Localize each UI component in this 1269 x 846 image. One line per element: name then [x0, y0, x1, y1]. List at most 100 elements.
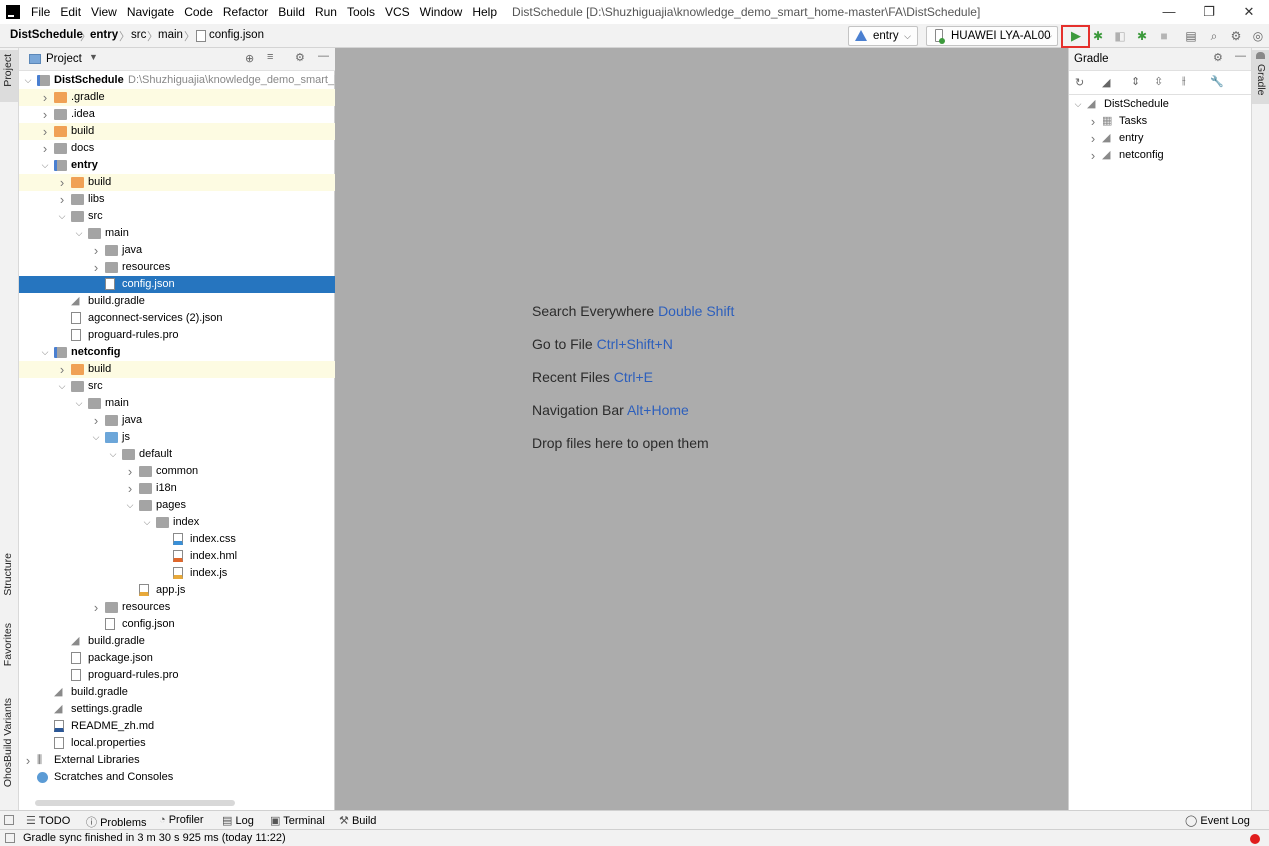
- chevron-down-icon[interactable]: ⌵: [108, 446, 118, 463]
- hide-panel-icon[interactable]: —: [1235, 50, 1246, 62]
- menu-tools[interactable]: Tools: [342, 0, 380, 24]
- toggle-tool-windows-icon[interactable]: [4, 815, 14, 825]
- tree-item-index-css[interactable]: index.css: [19, 531, 335, 548]
- gear-icon[interactable]: ⚙: [295, 51, 305, 64]
- tree-item-distschedule[interactable]: ⌵ DistSchedule D:\Shuzhiguajia\knowledge_d…: [19, 72, 346, 89]
- tree-item-build-gradle[interactable]: ◢ build.gradle: [19, 633, 335, 650]
- chevron-right-icon[interactable]: ›: [57, 191, 67, 208]
- event-log-tab[interactable]: ◯ Event Log: [1185, 814, 1250, 827]
- tree-item-pages[interactable]: ⌵ pages: [19, 497, 335, 514]
- tree-item-src[interactable]: ⌵ src: [19, 378, 335, 395]
- ohos-build-variants-tab[interactable]: OhosBuild Variants: [2, 698, 14, 787]
- chevron-down-icon[interactable]: ⌵: [57, 378, 67, 395]
- favorites-tool-tab[interactable]: Favorites: [2, 623, 14, 666]
- tree-item-idea[interactable]: › .idea: [19, 106, 335, 123]
- menu-help[interactable]: Help: [467, 0, 502, 24]
- chevron-right-icon[interactable]: ›: [91, 412, 101, 429]
- chevron-right-icon[interactable]: ›: [125, 463, 135, 480]
- breadcrumb-src[interactable]: src: [131, 29, 146, 41]
- tree-item-common[interactable]: › common: [19, 463, 335, 480]
- gradle-item-distschedule[interactable]: ⌵ ◢ DistSchedule: [1069, 96, 1252, 113]
- tree-item-i18n[interactable]: › i18n: [19, 480, 335, 497]
- profile-button[interactable]: ◧: [1112, 28, 1128, 44]
- tree-item-app-js[interactable]: app.js: [19, 582, 335, 599]
- gear-icon[interactable]: ⚙: [1228, 28, 1244, 44]
- chevron-down-icon[interactable]: ⌵: [74, 225, 84, 242]
- tree-item-settings-gradle[interactable]: ◢ settings.gradle: [19, 701, 335, 718]
- maximize-button[interactable]: ❐: [1189, 0, 1229, 24]
- tree-item-proguard-rules-pro[interactable]: proguard-rules.pro: [19, 667, 335, 684]
- project-structure-button[interactable]: ▤: [1183, 28, 1199, 44]
- refresh-icon[interactable]: ↻: [1075, 76, 1084, 89]
- menu-view[interactable]: View: [86, 0, 122, 24]
- minimize-button[interactable]: —: [1149, 0, 1189, 24]
- chevron-right-icon[interactable]: ›: [40, 140, 50, 157]
- tree-item-config-json[interactable]: config.json: [19, 616, 335, 633]
- chevron-down-icon[interactable]: ⌵: [57, 208, 67, 225]
- chevron-right-icon[interactable]: ›: [91, 599, 101, 616]
- menu-refactor[interactable]: Refactor: [218, 0, 273, 24]
- status-message[interactable]: Gradle sync finished in 3 m 30 s 925 ms …: [23, 832, 286, 844]
- status-toggle-icon[interactable]: [5, 833, 15, 843]
- menu-run[interactable]: Run: [310, 0, 342, 24]
- tree-item-docs[interactable]: › docs: [19, 140, 335, 157]
- wrench-icon[interactable]: 🔧: [1210, 75, 1224, 88]
- attach-debugger-button[interactable]: ✱: [1134, 28, 1150, 44]
- chevron-right-icon[interactable]: ›: [40, 106, 50, 123]
- tab-todo[interactable]: ☰ TODO: [26, 814, 70, 827]
- tree-item-config-json[interactable]: config.json: [19, 276, 335, 293]
- tree-item-package-json[interactable]: package.json: [19, 650, 335, 667]
- error-indicator-icon[interactable]: [1250, 834, 1260, 844]
- tree-item-libs[interactable]: › libs: [19, 191, 335, 208]
- menu-navigate[interactable]: Navigate: [122, 0, 179, 24]
- chevron-right-icon[interactable]: ›: [57, 361, 67, 378]
- tree-item-external-libraries[interactable]: › ⫼ External Libraries: [19, 752, 335, 769]
- menu-vcs[interactable]: VCS: [380, 0, 415, 24]
- tree-item-main[interactable]: ⌵ main: [19, 395, 335, 412]
- tree-item-netconfig[interactable]: ⌵ netconfig: [19, 344, 335, 361]
- chevron-right-icon[interactable]: ›: [57, 174, 67, 191]
- tree-item-src[interactable]: ⌵ src: [19, 208, 335, 225]
- tree-item-resources[interactable]: › resources: [19, 599, 335, 616]
- tree-item-proguard-rules-pro[interactable]: proguard-rules.pro: [19, 327, 335, 344]
- tab-problems[interactable]: ⓘ Problems: [86, 814, 147, 830]
- tree-item-java[interactable]: › java: [19, 412, 335, 429]
- tree-item-local-properties[interactable]: local.properties: [19, 735, 335, 752]
- tree-item-build-gradle[interactable]: ◢ build.gradle: [19, 293, 335, 310]
- toggle-offline-icon[interactable]: ⫲: [1182, 75, 1186, 88]
- tree-item-js[interactable]: ⌵ js: [19, 429, 335, 446]
- tree-item-build[interactable]: › build: [19, 123, 335, 140]
- breadcrumb-module[interactable]: entry: [90, 29, 118, 41]
- collapse-all-icon[interactable]: ⇳: [1154, 75, 1163, 88]
- chevron-down-icon[interactable]: ⌵: [23, 72, 33, 89]
- chevron-down-icon[interactable]: ⌵: [91, 429, 101, 446]
- close-button[interactable]: ✕: [1229, 0, 1269, 24]
- tab-log[interactable]: ▤ Log: [222, 814, 254, 827]
- account-icon[interactable]: ◎: [1250, 28, 1266, 44]
- chevron-right-icon[interactable]: ›: [40, 89, 50, 106]
- breadcrumb-main[interactable]: main: [158, 29, 183, 41]
- chevron-right-icon[interactable]: ›: [1088, 113, 1098, 130]
- tree-item-entry[interactable]: ⌵ entry: [19, 157, 335, 174]
- chevron-right-icon[interactable]: ›: [23, 752, 33, 769]
- hide-panel-icon[interactable]: —: [318, 50, 329, 62]
- chevron-right-icon[interactable]: ›: [1088, 130, 1098, 147]
- debug-button[interactable]: ✱: [1090, 28, 1106, 44]
- horizontal-scrollbar[interactable]: [35, 800, 235, 806]
- chevron-down-icon[interactable]: ▼: [89, 52, 98, 62]
- breadcrumb-project[interactable]: DistSchedule: [10, 29, 83, 41]
- menu-window[interactable]: Window: [415, 0, 468, 24]
- collapse-all-icon[interactable]: ≡: [267, 51, 273, 63]
- chevron-down-icon[interactable]: ⌵: [40, 157, 50, 174]
- tree-item-readme-zh-md[interactable]: README_zh.md: [19, 718, 335, 735]
- device-selector[interactable]: HUAWEI LYA-AL00 ⌵: [926, 26, 1058, 46]
- tree-item-build[interactable]: › build: [19, 174, 335, 191]
- chevron-right-icon[interactable]: ›: [91, 259, 101, 276]
- tree-item-gradle[interactable]: › .gradle: [19, 89, 335, 106]
- tree-item-agconnect-services-2-json[interactable]: agconnect-services (2).json: [19, 310, 335, 327]
- tree-item-default[interactable]: ⌵ default: [19, 446, 335, 463]
- tree-item-build-gradle[interactable]: ◢ build.gradle: [19, 684, 335, 701]
- breadcrumb-file[interactable]: config.json: [209, 29, 264, 41]
- search-icon[interactable]: ⌕: [1206, 28, 1222, 44]
- stop-button[interactable]: ■: [1156, 28, 1172, 44]
